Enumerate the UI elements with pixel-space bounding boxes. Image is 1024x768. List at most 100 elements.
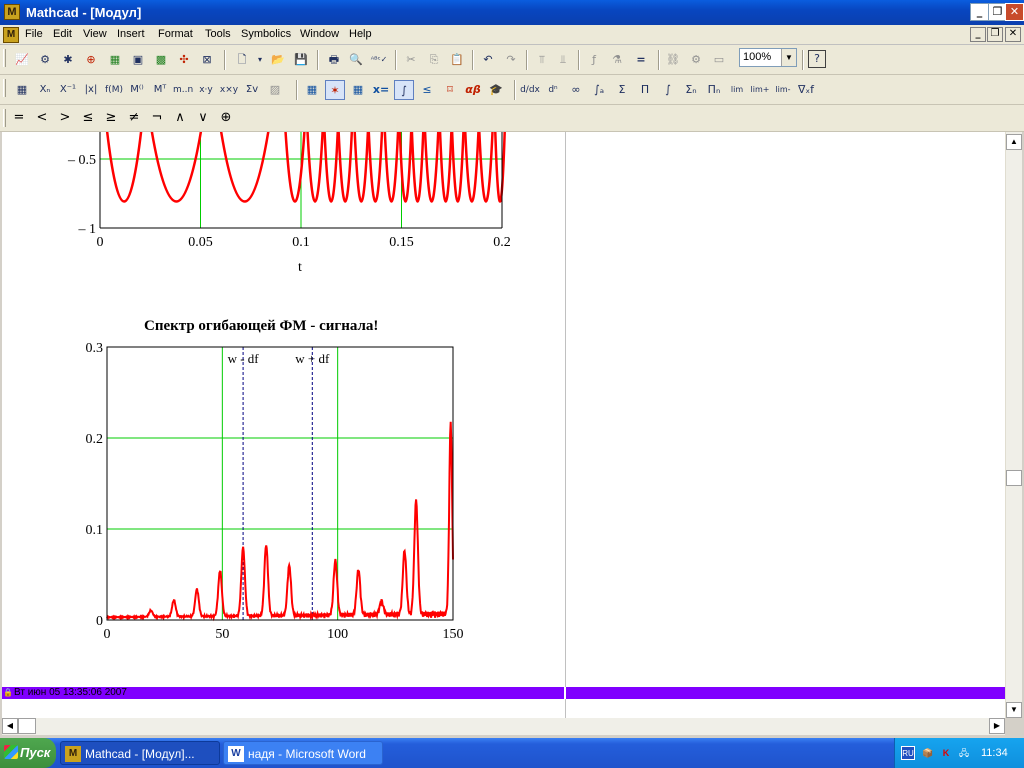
calculate-icon[interactable]: = bbox=[631, 50, 651, 70]
language-indicator[interactable]: RU bbox=[901, 746, 915, 760]
menu-view[interactable]: View bbox=[83, 28, 107, 40]
menu-symbolics[interactable]: Symbolics bbox=[241, 28, 291, 40]
scroll-up-icon[interactable]: ▲ bbox=[1006, 134, 1022, 150]
range-variable-icon[interactable]: m..n bbox=[173, 80, 193, 100]
new-dropdown-icon[interactable]: ▾ bbox=[250, 50, 270, 70]
undo-icon[interactable]: ↶ bbox=[478, 50, 498, 70]
indefinite-integral-icon[interactable]: ∫ bbox=[658, 80, 678, 100]
greater-equal-button[interactable]: ≥ bbox=[100, 107, 122, 129]
vector-sum-icon[interactable]: Σv bbox=[242, 80, 262, 100]
greater-than-button[interactable]: > bbox=[54, 107, 76, 129]
fm-signal-plot[interactable]: 0 0.05 0.1 0.15 0.2 – 0.5 – 1 t bbox=[2, 132, 562, 282]
chevron-down-icon[interactable]: ▼ bbox=[781, 49, 796, 66]
insert-function-icon[interactable]: ƒ bbox=[584, 50, 604, 70]
horizontal-scroll-thumb[interactable] bbox=[18, 718, 36, 734]
symbolic-palette-icon[interactable]: 🎓 bbox=[486, 80, 506, 100]
align-across-icon[interactable]: ⫪ bbox=[532, 50, 552, 70]
symbolic-toolbar-icon[interactable]: ✣ bbox=[174, 50, 194, 70]
cut-icon[interactable]: ✂ bbox=[401, 50, 421, 70]
antivirus-icon[interactable]: K bbox=[939, 746, 953, 760]
derivative-icon[interactable]: d/dx bbox=[520, 80, 540, 100]
menu-insert[interactable]: Insert bbox=[117, 28, 145, 40]
doc-minimize-icon[interactable]: _ bbox=[970, 27, 986, 42]
menu-help[interactable]: Help bbox=[349, 28, 372, 40]
programming-toolbar-icon[interactable]: ▣ bbox=[128, 50, 148, 70]
run-macro-icon[interactable]: ▭ bbox=[709, 50, 729, 70]
range-sum-icon[interactable]: Σₙ bbox=[681, 80, 701, 100]
start-button[interactable]: Пуск bbox=[0, 738, 56, 768]
menu-file[interactable]: File bbox=[25, 28, 43, 40]
column-icon[interactable]: M⁽⁾ bbox=[127, 80, 147, 100]
infinity-icon[interactable]: ∞ bbox=[566, 80, 586, 100]
greek-palette-icon[interactable]: αβ bbox=[463, 80, 483, 100]
zoom-select[interactable]: 100% ▼ bbox=[739, 48, 797, 67]
modifier-toolbar-icon[interactable]: ⊠ bbox=[197, 50, 217, 70]
less-than-button[interactable]: < bbox=[31, 107, 53, 129]
limit-icon[interactable]: lim bbox=[727, 80, 747, 100]
task-mathcad[interactable]: M Mathcad - [Модул]... bbox=[60, 741, 220, 765]
definite-integral-icon[interactable]: ∫ₐ bbox=[589, 80, 609, 100]
graph-palette-icon[interactable]: ✶ bbox=[325, 80, 345, 100]
print-icon[interactable]: 🖶 bbox=[324, 50, 344, 70]
and-button[interactable]: ∧ bbox=[169, 107, 191, 129]
print-preview-icon[interactable]: 🔍 bbox=[346, 50, 366, 70]
spectrum-plot[interactable]: w - df w + df 0 50 100 150 0 0.1 0.2 0.3 bbox=[2, 332, 502, 652]
scroll-right-icon[interactable]: ▶ bbox=[989, 718, 1005, 734]
copy-icon[interactable]: ⎘ bbox=[424, 50, 444, 70]
help-icon[interactable]: ? bbox=[808, 50, 826, 68]
xor-button[interactable]: ⊕ bbox=[215, 107, 237, 129]
boolean-toolbar-icon[interactable]: ▦ bbox=[105, 50, 125, 70]
vertical-scroll-thumb[interactable] bbox=[1006, 470, 1022, 486]
align-down-icon[interactable]: ⫫ bbox=[553, 50, 573, 70]
network-icon[interactable]: 🖧 bbox=[957, 746, 971, 760]
not-button[interactable]: ¬ bbox=[146, 107, 168, 129]
spell-check-icon[interactable]: ᴬᴮᶜ✓ bbox=[369, 50, 389, 70]
menu-window[interactable]: Window bbox=[300, 28, 339, 40]
or-button[interactable]: ∨ bbox=[192, 107, 214, 129]
determinant-icon[interactable]: |x| bbox=[81, 80, 101, 100]
summation-icon[interactable]: Σ bbox=[612, 80, 632, 100]
toolbar-grip[interactable] bbox=[3, 49, 6, 67]
evaluation-toolbar-icon[interactable]: ⊕ bbox=[81, 50, 101, 70]
toolbar-grip[interactable] bbox=[3, 79, 6, 97]
vectorize-icon[interactable]: f(M) bbox=[104, 80, 124, 100]
insert-unit-icon[interactable]: ⚗ bbox=[607, 50, 627, 70]
boolean-palette-icon[interactable]: ≤ bbox=[417, 80, 437, 100]
menu-tools[interactable]: Tools bbox=[205, 28, 231, 40]
nth-derivative-icon[interactable]: dⁿ bbox=[543, 80, 563, 100]
horizontal-scrollbar[interactable]: ◀ ▶ bbox=[2, 718, 1005, 735]
calculator-icon[interactable]: ▦ bbox=[302, 80, 322, 100]
doc-close-icon[interactable]: ✕ bbox=[1005, 27, 1021, 42]
inverse-icon[interactable]: X⁻¹ bbox=[58, 80, 78, 100]
new-file-icon[interactable]: 🗋 bbox=[232, 50, 252, 70]
paste-icon[interactable]: 📋 bbox=[447, 50, 467, 70]
minimize-icon[interactable]: _ bbox=[970, 3, 989, 21]
programming-palette-icon[interactable]: ⌑ bbox=[440, 80, 460, 100]
component-wizard-icon[interactable]: ⚙ bbox=[686, 50, 706, 70]
document-icon[interactable]: M bbox=[3, 27, 19, 43]
matrix-toolbar-icon[interactable]: ⚙ bbox=[35, 50, 55, 70]
open-folder-icon[interactable]: 📂 bbox=[268, 50, 288, 70]
toolbar-grip[interactable] bbox=[3, 109, 6, 127]
range-product-icon[interactable]: Πₙ bbox=[704, 80, 724, 100]
calculus-palette-icon[interactable]: ∫ bbox=[394, 80, 414, 100]
graph-toolbar-icon[interactable]: 📈 bbox=[12, 50, 32, 70]
less-equal-button[interactable]: ≤ bbox=[77, 107, 99, 129]
scroll-down-icon[interactable]: ▼ bbox=[1006, 702, 1022, 718]
save-icon[interactable]: 💾 bbox=[291, 50, 311, 70]
evaluation-palette-icon[interactable]: x= bbox=[371, 80, 391, 100]
doc-restore-icon[interactable]: ❐ bbox=[987, 27, 1003, 42]
cross-product-icon[interactable]: x×y bbox=[219, 80, 239, 100]
vertical-scrollbar[interactable]: ▲ ▼ bbox=[1005, 132, 1022, 718]
insert-hyperlink-icon[interactable]: ⛓ bbox=[663, 50, 683, 70]
greek-toolbar-icon[interactable]: ▩ bbox=[151, 50, 171, 70]
menu-format[interactable]: Format bbox=[158, 28, 193, 40]
transpose-icon[interactable]: Mᵀ bbox=[150, 80, 170, 100]
subscript-icon[interactable]: Xₙ bbox=[35, 80, 55, 100]
task-word[interactable]: W надя - Microsoft Word bbox=[223, 741, 383, 765]
equal-operator-button[interactable]: = bbox=[8, 107, 30, 129]
dot-product-icon[interactable]: x·y bbox=[196, 80, 216, 100]
limit-right-icon[interactable]: lim+ bbox=[750, 80, 770, 100]
product-icon[interactable]: Π bbox=[635, 80, 655, 100]
picture-icon[interactable]: ▨ bbox=[265, 80, 285, 100]
